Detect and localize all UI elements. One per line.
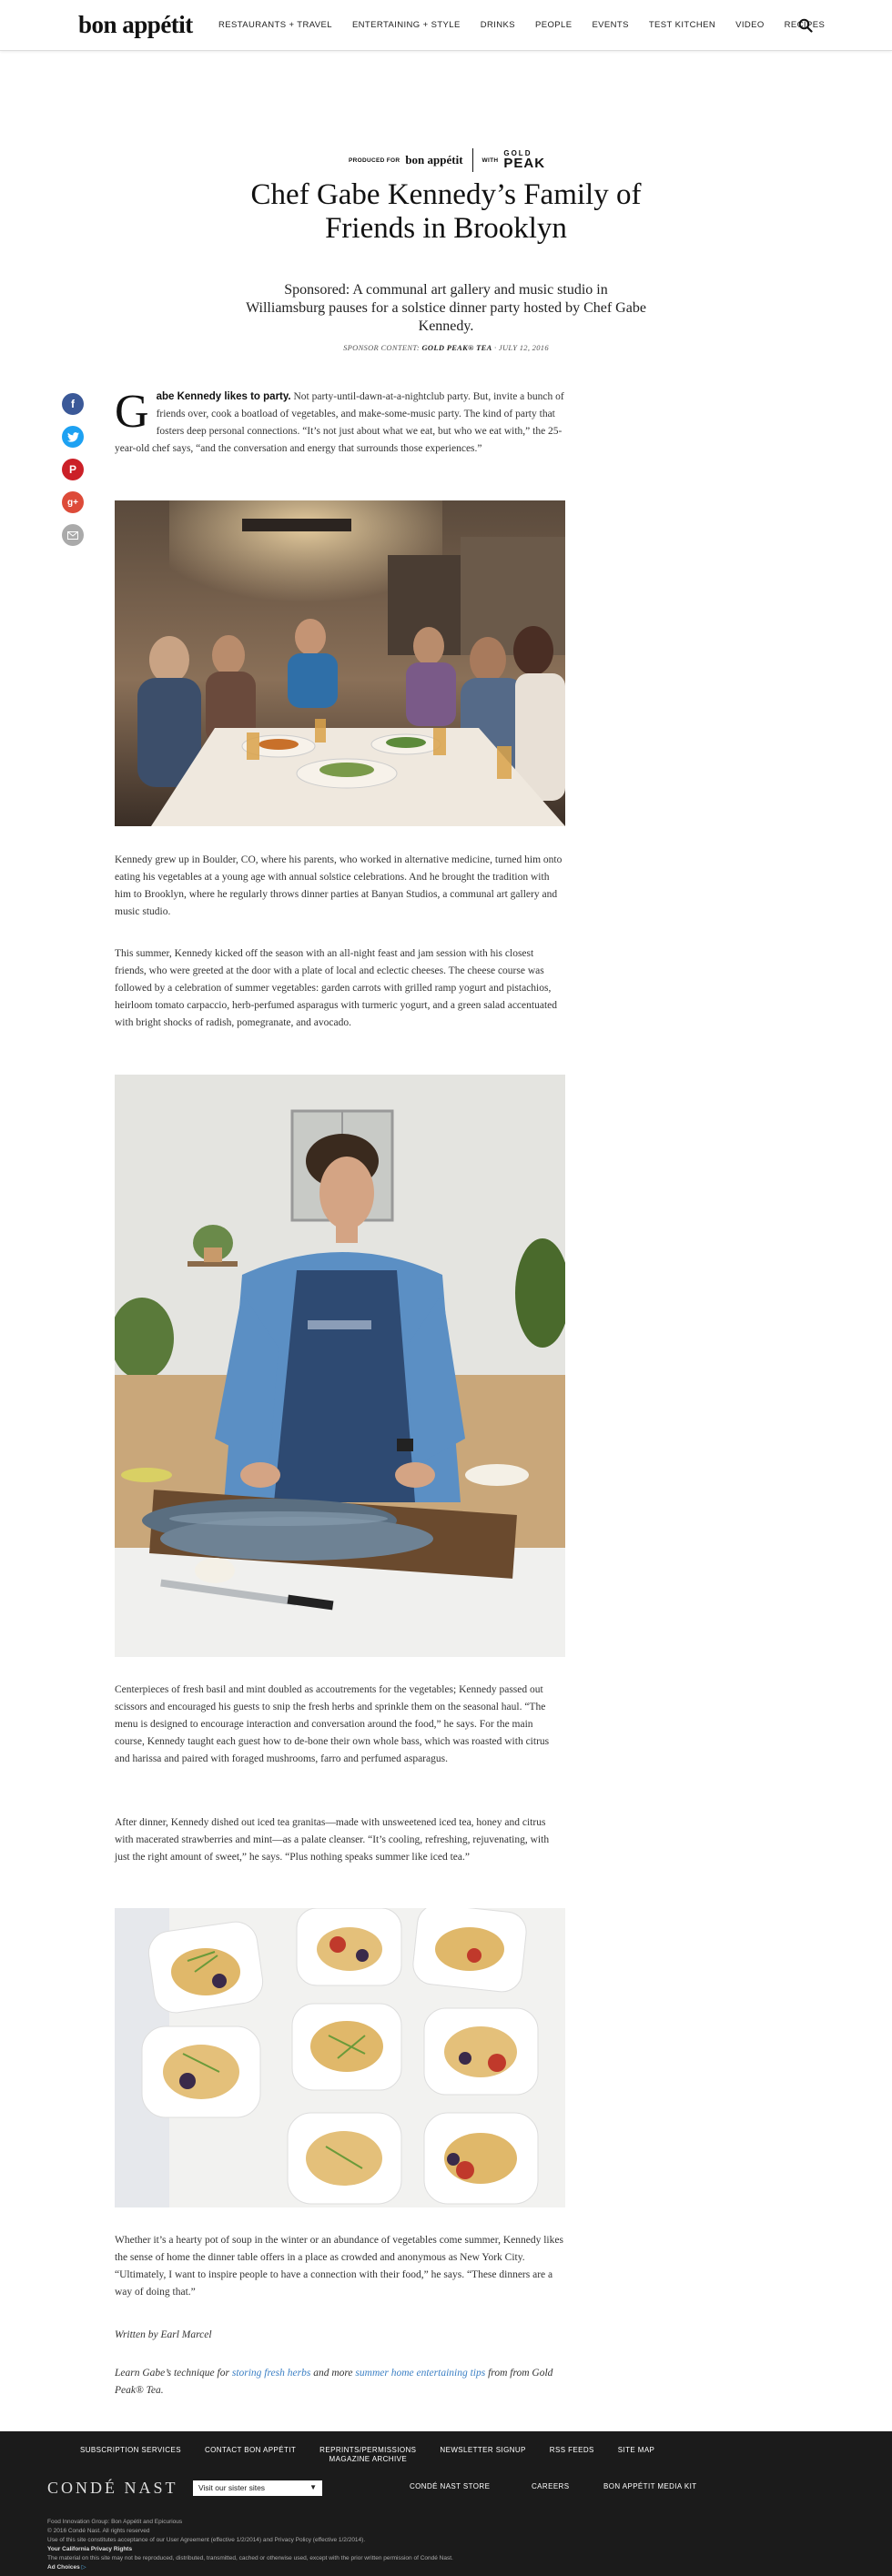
article-paragraph-3: This summer, Kennedy kicked off the seas… <box>115 948 557 1028</box>
california-privacy-link[interactable]: Your California Privacy Rights <box>47 2546 132 2552</box>
chevron-down-icon: ▼ <box>309 2483 317 2491</box>
footer-link-media-kit[interactable]: BON APPÉTIT MEDIA KIT <box>603 2482 697 2490</box>
chef-fish-photo <box>115 1075 565 1657</box>
nav-item-test-kitchen[interactable]: TEST KITCHEN <box>649 20 715 30</box>
footer-links: SUBSCRIPTION SERVICES CONTACT BON APPÉTI… <box>80 2446 678 2464</box>
produced-for-label: PRODUCED FOR <box>349 157 400 164</box>
storing-fresh-herbs-link[interactable]: storing fresh herbs <box>232 2368 310 2379</box>
email-icon[interactable] <box>62 524 84 546</box>
article-title: Chef Gabe Kennedy’s Family of Friends in… <box>250 178 642 245</box>
summer-entertaining-tips-link[interactable]: summer home entertaining tips <box>355 2368 485 2379</box>
footer-link-sitemap[interactable]: SITE MAP <box>618 2446 655 2464</box>
footer-link-subscription[interactable]: SUBSCRIPTION SERVICES <box>80 2446 181 2464</box>
pinterest-icon[interactable]: P <box>62 459 84 480</box>
google-plus-icon[interactable]: g+ <box>62 491 84 513</box>
written-by: Written by Earl Marcel <box>115 2329 212 2340</box>
bon-appetit-mark: bon appétit <box>405 153 463 167</box>
article-paragraph-5: After dinner, Kennedy dished out iced te… <box>115 1817 550 1863</box>
site-header: bon appétit RESTAURANTS + TRAVEL ENTERTA… <box>0 0 892 51</box>
sister-sites-select[interactable]: Visit our sister sites ▼ <box>193 2480 322 2496</box>
dinner-party-photo <box>115 500 565 826</box>
footer-link-careers[interactable]: CAREERS <box>532 2482 569 2490</box>
footer-link-rss[interactable]: RSS FEEDS <box>550 2446 594 2464</box>
site-footer: SUBSCRIPTION SERVICES CONTACT BON APPÉTI… <box>0 2431 892 2576</box>
share-bar: f P g+ <box>62 393 84 546</box>
gold-peak-logo: GOLD PEAK <box>503 149 546 171</box>
ad-choices-link[interactable]: Ad Choices <box>47 2564 80 2571</box>
footer-link-archive[interactable]: MAGAZINE ARCHIVE <box>329 2455 408 2463</box>
twitter-icon[interactable] <box>62 426 84 448</box>
article-paragraph-4: Centerpieces of fresh basil and mint dou… <box>115 1684 550 1764</box>
sponsor-name[interactable]: GOLD PEAK® TEA <box>421 343 492 352</box>
article-paragraph-6: Whether it’s a hearty pot of soup in the… <box>115 2235 563 2298</box>
nav-item-people[interactable]: PEOPLE <box>535 20 572 30</box>
footer-link-contact[interactable]: CONTACT BON APPÉTIT <box>205 2446 296 2464</box>
nav-item-events[interactable]: EVENTS <box>592 20 628 30</box>
nav-item-entertaining-style[interactable]: ENTERTAINING + STYLE <box>352 20 461 30</box>
sponsor-lockup: PRODUCED FOR bon appétit WITH GOLD PEAK <box>349 148 545 172</box>
granita-photo <box>115 1908 565 2207</box>
conde-nast-logo[interactable]: CONDÉ NAST <box>47 2479 178 2498</box>
ad-choices-icon: ▷ <box>81 2564 86 2571</box>
nav-item-restaurants-travel[interactable]: RESTAURANTS + TRAVEL <box>218 20 332 30</box>
article-dek: Sponsored: A communal art gallery and mu… <box>246 282 646 334</box>
learn-more: Learn Gabe’s technique for storing fresh… <box>115 2368 553 2396</box>
search-icon[interactable] <box>798 18 813 33</box>
article-paragraph-2: Kennedy grew up in Boulder, CO, where hi… <box>115 854 563 917</box>
footer-link-reprints[interactable]: REPRINTS/PERMISSIONS MAGAZINE ARCHIVE <box>319 2446 416 2464</box>
footer-link-newsletter[interactable]: NEWSLETTER SIGNUP <box>440 2446 525 2464</box>
nav-item-video[interactable]: VIDEO <box>735 20 765 30</box>
drop-cap: G <box>115 386 149 438</box>
article-paragraph-1: Gabe Kennedy likes to party. Not party-u… <box>115 386 564 455</box>
footer-legal: Food Innovation Group: Bon Appétit and E… <box>47 2519 453 2571</box>
sponsor-divider <box>471 148 473 172</box>
with-label: WITH <box>481 157 499 164</box>
site-logo[interactable]: bon appétit <box>78 11 193 39</box>
nav-item-drinks[interactable]: DRINKS <box>481 20 515 30</box>
facebook-icon[interactable]: f <box>62 393 84 415</box>
article-byline: SPONSOR CONTENT: GOLD PEAK® TEA · JULY 1… <box>343 343 549 352</box>
main-nav: RESTAURANTS + TRAVEL ENTERTAINING + STYL… <box>218 20 845 30</box>
footer-link-store[interactable]: CONDÉ NAST STORE <box>410 2482 490 2490</box>
lead-in: abe Kennedy likes to party. <box>156 391 291 402</box>
